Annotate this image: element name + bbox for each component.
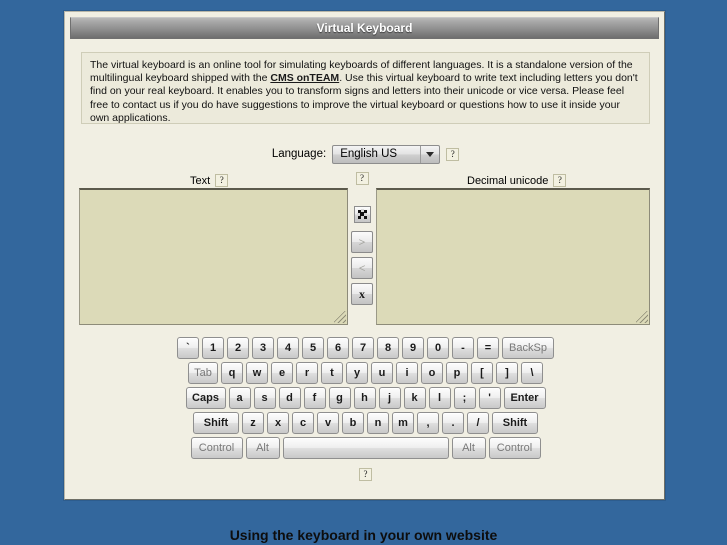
key-v[interactable]: v bbox=[317, 412, 339, 434]
unicode-help-button[interactable]: ? bbox=[553, 174, 567, 187]
key-[interactable]: [ bbox=[471, 362, 493, 384]
key-1[interactable]: 1 bbox=[202, 337, 224, 359]
chevron-down-icon bbox=[420, 145, 439, 163]
key-[interactable]: \ bbox=[521, 362, 543, 384]
key-w[interactable]: w bbox=[246, 362, 268, 384]
language-select[interactable]: English US bbox=[332, 144, 441, 164]
keyboard-row: ` 1 2 3 4 5 6 7 8 9 0- = BackSp bbox=[65, 337, 666, 359]
key-s[interactable]: s bbox=[253, 387, 276, 409]
key-x[interactable]: x bbox=[267, 412, 289, 434]
key-g[interactable]: g bbox=[328, 387, 351, 409]
key-i[interactable]: i bbox=[396, 362, 418, 384]
key-u[interactable]: u bbox=[371, 362, 393, 384]
key-c[interactable]: c bbox=[292, 412, 314, 434]
key-j[interactable]: j bbox=[378, 387, 401, 409]
key-p[interactable]: p bbox=[446, 362, 468, 384]
key-[interactable]: = bbox=[477, 337, 499, 359]
key-7[interactable]: 7 bbox=[352, 337, 374, 359]
description-panel: The virtual keyboard is an online tool f… bbox=[81, 52, 650, 124]
language-label: Language: bbox=[271, 148, 327, 160]
keyboard-row: Caps a s d f g h j k l; ' Enter bbox=[65, 387, 666, 409]
key-t[interactable]: t bbox=[321, 362, 343, 384]
key-f[interactable]: f bbox=[303, 387, 326, 409]
key-6[interactable]: 6 bbox=[327, 337, 349, 359]
key-enter[interactable]: Enter bbox=[503, 387, 546, 409]
key-[interactable]: ; bbox=[453, 387, 476, 409]
key-[interactable]: ] bbox=[496, 362, 518, 384]
key-a[interactable]: a bbox=[228, 387, 251, 409]
key-[interactable]: / bbox=[467, 412, 489, 434]
key-r[interactable]: r bbox=[296, 362, 318, 384]
key-2[interactable]: 2 bbox=[227, 337, 249, 359]
key-[interactable]: - bbox=[452, 337, 474, 359]
key-[interactable]: ' bbox=[478, 387, 501, 409]
key-y[interactable]: y bbox=[346, 362, 368, 384]
key-5[interactable]: 5 bbox=[302, 337, 324, 359]
key-tab[interactable]: Tab bbox=[188, 362, 218, 384]
text-area-label: Text bbox=[190, 174, 211, 187]
key-n[interactable]: n bbox=[367, 412, 389, 434]
key-0[interactable]: 0 bbox=[427, 337, 449, 359]
window-title-bar: Virtual Keyboard bbox=[70, 17, 659, 39]
footer-heading: Using the keyboard in your own website bbox=[229, 527, 498, 543]
page-title: Virtual Keyboard bbox=[316, 21, 413, 35]
cms-onteam-link[interactable]: CMS onTEAM bbox=[270, 72, 339, 84]
key-h[interactable]: h bbox=[353, 387, 376, 409]
language-help-button[interactable]: ? bbox=[446, 147, 460, 161]
keyboard-help-row: ? bbox=[65, 468, 666, 481]
transfer-help-button[interactable]: ? bbox=[355, 172, 369, 185]
clear-button[interactable]: x bbox=[351, 283, 373, 305]
key-[interactable]: . bbox=[442, 412, 464, 434]
text-area-label-group: Text ? bbox=[190, 174, 229, 187]
to-text-button[interactable]: < bbox=[351, 257, 373, 279]
key-control[interactable]: Control bbox=[488, 437, 541, 459]
key-l[interactable]: l bbox=[428, 387, 451, 409]
key-alt[interactable]: Alt bbox=[245, 437, 280, 459]
keyboard-help-button[interactable]: ? bbox=[359, 468, 372, 481]
editor-area: Text ? Decimal unicode ? ? > < x bbox=[65, 172, 666, 327]
key-9[interactable]: 9 bbox=[402, 337, 424, 359]
language-selector-row: Language: English US ? bbox=[65, 143, 666, 165]
key-m[interactable]: m bbox=[392, 412, 414, 434]
virtual-keyboard-window: Virtual Keyboard The virtual keyboard is… bbox=[64, 11, 665, 500]
black-square-icon bbox=[356, 209, 367, 219]
key-[interactable]: ` bbox=[177, 337, 199, 359]
unicode-input-textarea[interactable] bbox=[376, 188, 650, 325]
text-input-textarea[interactable] bbox=[79, 188, 348, 325]
to-unicode-button[interactable]: > bbox=[351, 231, 373, 253]
key-o[interactable]: o bbox=[421, 362, 443, 384]
key-e[interactable]: e bbox=[271, 362, 293, 384]
key-[interactable]: , bbox=[417, 412, 439, 434]
key-3[interactable]: 3 bbox=[252, 337, 274, 359]
virtual-keyboard: ` 1 2 3 4 5 6 7 8 9 0- = BackSp Tab q w e r t y u i o p[] \ Caps a… bbox=[65, 337, 666, 481]
key-d[interactable]: d bbox=[278, 387, 301, 409]
language-select-value: English US bbox=[340, 148, 398, 160]
keyboard-row: Tab q w e r t y u i o p[] \ bbox=[65, 362, 666, 384]
keyboard-row: Control Alt Alt Control bbox=[65, 437, 666, 459]
key-z[interactable]: z bbox=[242, 412, 264, 434]
key-k[interactable]: k bbox=[403, 387, 426, 409]
key-b[interactable]: b bbox=[342, 412, 364, 434]
key-8[interactable]: 8 bbox=[377, 337, 399, 359]
keyboard-row: Shift z x c v b n m,. / Shift bbox=[65, 412, 666, 434]
unicode-area-label-group: Decimal unicode ? bbox=[467, 174, 567, 187]
key-shift[interactable]: Shift bbox=[193, 412, 239, 434]
key-q[interactable]: q bbox=[221, 362, 243, 384]
key-space[interactable] bbox=[282, 437, 449, 459]
key-control[interactable]: Control bbox=[190, 437, 243, 459]
key-shift[interactable]: Shift bbox=[492, 412, 538, 434]
resize-grip-icon[interactable] bbox=[636, 311, 648, 323]
key-caps[interactable]: Caps bbox=[185, 387, 226, 409]
unicode-area-label: Decimal unicode bbox=[467, 174, 549, 187]
key-alt[interactable]: Alt bbox=[451, 437, 486, 459]
key-4[interactable]: 4 bbox=[277, 337, 299, 359]
text-help-button[interactable]: ? bbox=[215, 174, 229, 187]
transfer-button-column: ? > < x bbox=[351, 172, 373, 309]
convert-icon-button[interactable] bbox=[353, 206, 371, 223]
key-backsp[interactable]: BackSp bbox=[502, 337, 554, 359]
resize-grip-icon[interactable] bbox=[334, 311, 346, 323]
